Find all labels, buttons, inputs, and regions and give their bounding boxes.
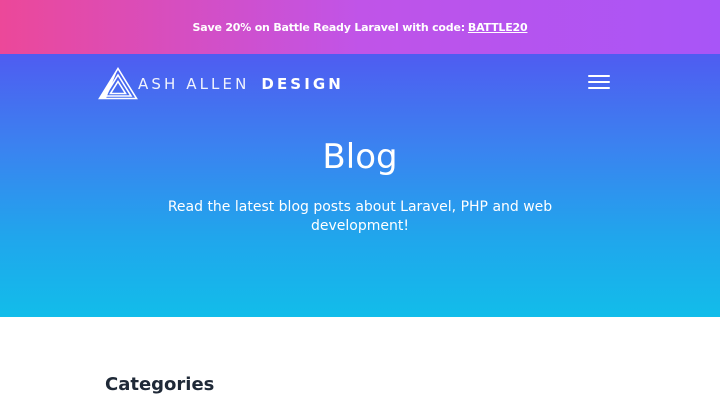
logo-text-bold: DESIGN	[261, 75, 344, 93]
site-header: ASH ALLEN DESIGN	[98, 66, 612, 102]
categories-heading: Categories	[105, 374, 215, 395]
hero-section: ASH ALLEN DESIGN Blog Read the latest blo…	[0, 54, 720, 317]
logo-text: ASH ALLEN DESIGN	[138, 75, 344, 92]
promo-text: Save 20% on Battle Ready Laravel with co…	[192, 20, 466, 34]
site-logo[interactable]: ASH ALLEN DESIGN	[98, 67, 344, 100]
logo-text-light: ASH ALLEN	[138, 75, 250, 93]
promo-code-link[interactable]: BATTLE20	[468, 21, 528, 34]
logo-triangle-icon	[98, 67, 138, 100]
page-title: Blog	[322, 137, 398, 177]
promo-banner: Save 20% on Battle Ready Laravel with co…	[0, 0, 720, 54]
hamburger-menu-icon[interactable]	[588, 75, 610, 91]
page-subtitle: Read the latest blog posts about Laravel…	[167, 199, 553, 234]
